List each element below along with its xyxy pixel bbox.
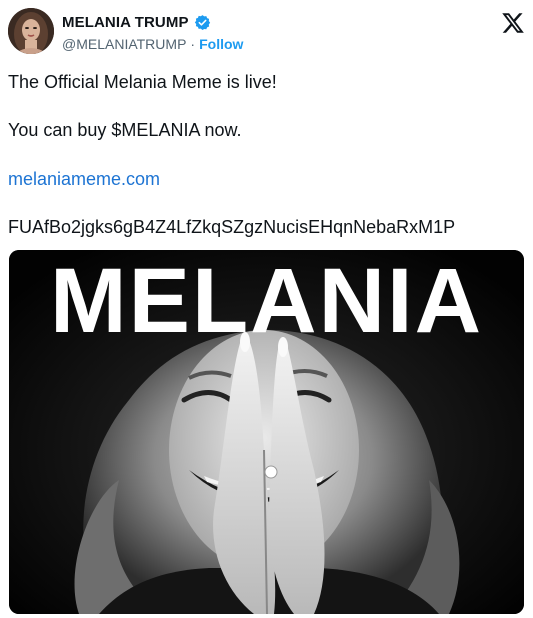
tweet-text-line-1: The Official Melania Meme is live! xyxy=(8,72,277,92)
tweet-address: FUAfBo2jgks6gB4Z4LfZkqSZgzNucisEHqnNebaR… xyxy=(8,217,456,237)
author-display-name[interactable]: MELANIA TRUMP xyxy=(62,14,189,31)
avatar[interactable] xyxy=(8,8,54,54)
follow-button[interactable]: Follow xyxy=(199,36,243,52)
author-handle-row: @MELANIATRUMP · Follow xyxy=(62,36,243,52)
author-handle[interactable]: @MELANIATRUMP xyxy=(62,36,186,52)
tweet-header: MELANIA TRUMP @MELANIATRUMP · Follow xyxy=(8,8,525,56)
separator-dot: · xyxy=(190,36,196,52)
media-title: MELANIA xyxy=(49,250,484,352)
tweet-link[interactable]: melaniameme.com xyxy=(8,169,160,189)
tweet-text-line-2: You can buy $MELANIA now. xyxy=(8,120,242,140)
verified-badge-icon xyxy=(194,14,211,31)
x-logo-icon[interactable] xyxy=(501,11,525,35)
tweet-link-line: melaniameme.com xyxy=(8,167,525,191)
author-name-row: MELANIA TRUMP xyxy=(62,14,211,31)
tweet-media-image[interactable]: MELANIA xyxy=(9,250,524,614)
